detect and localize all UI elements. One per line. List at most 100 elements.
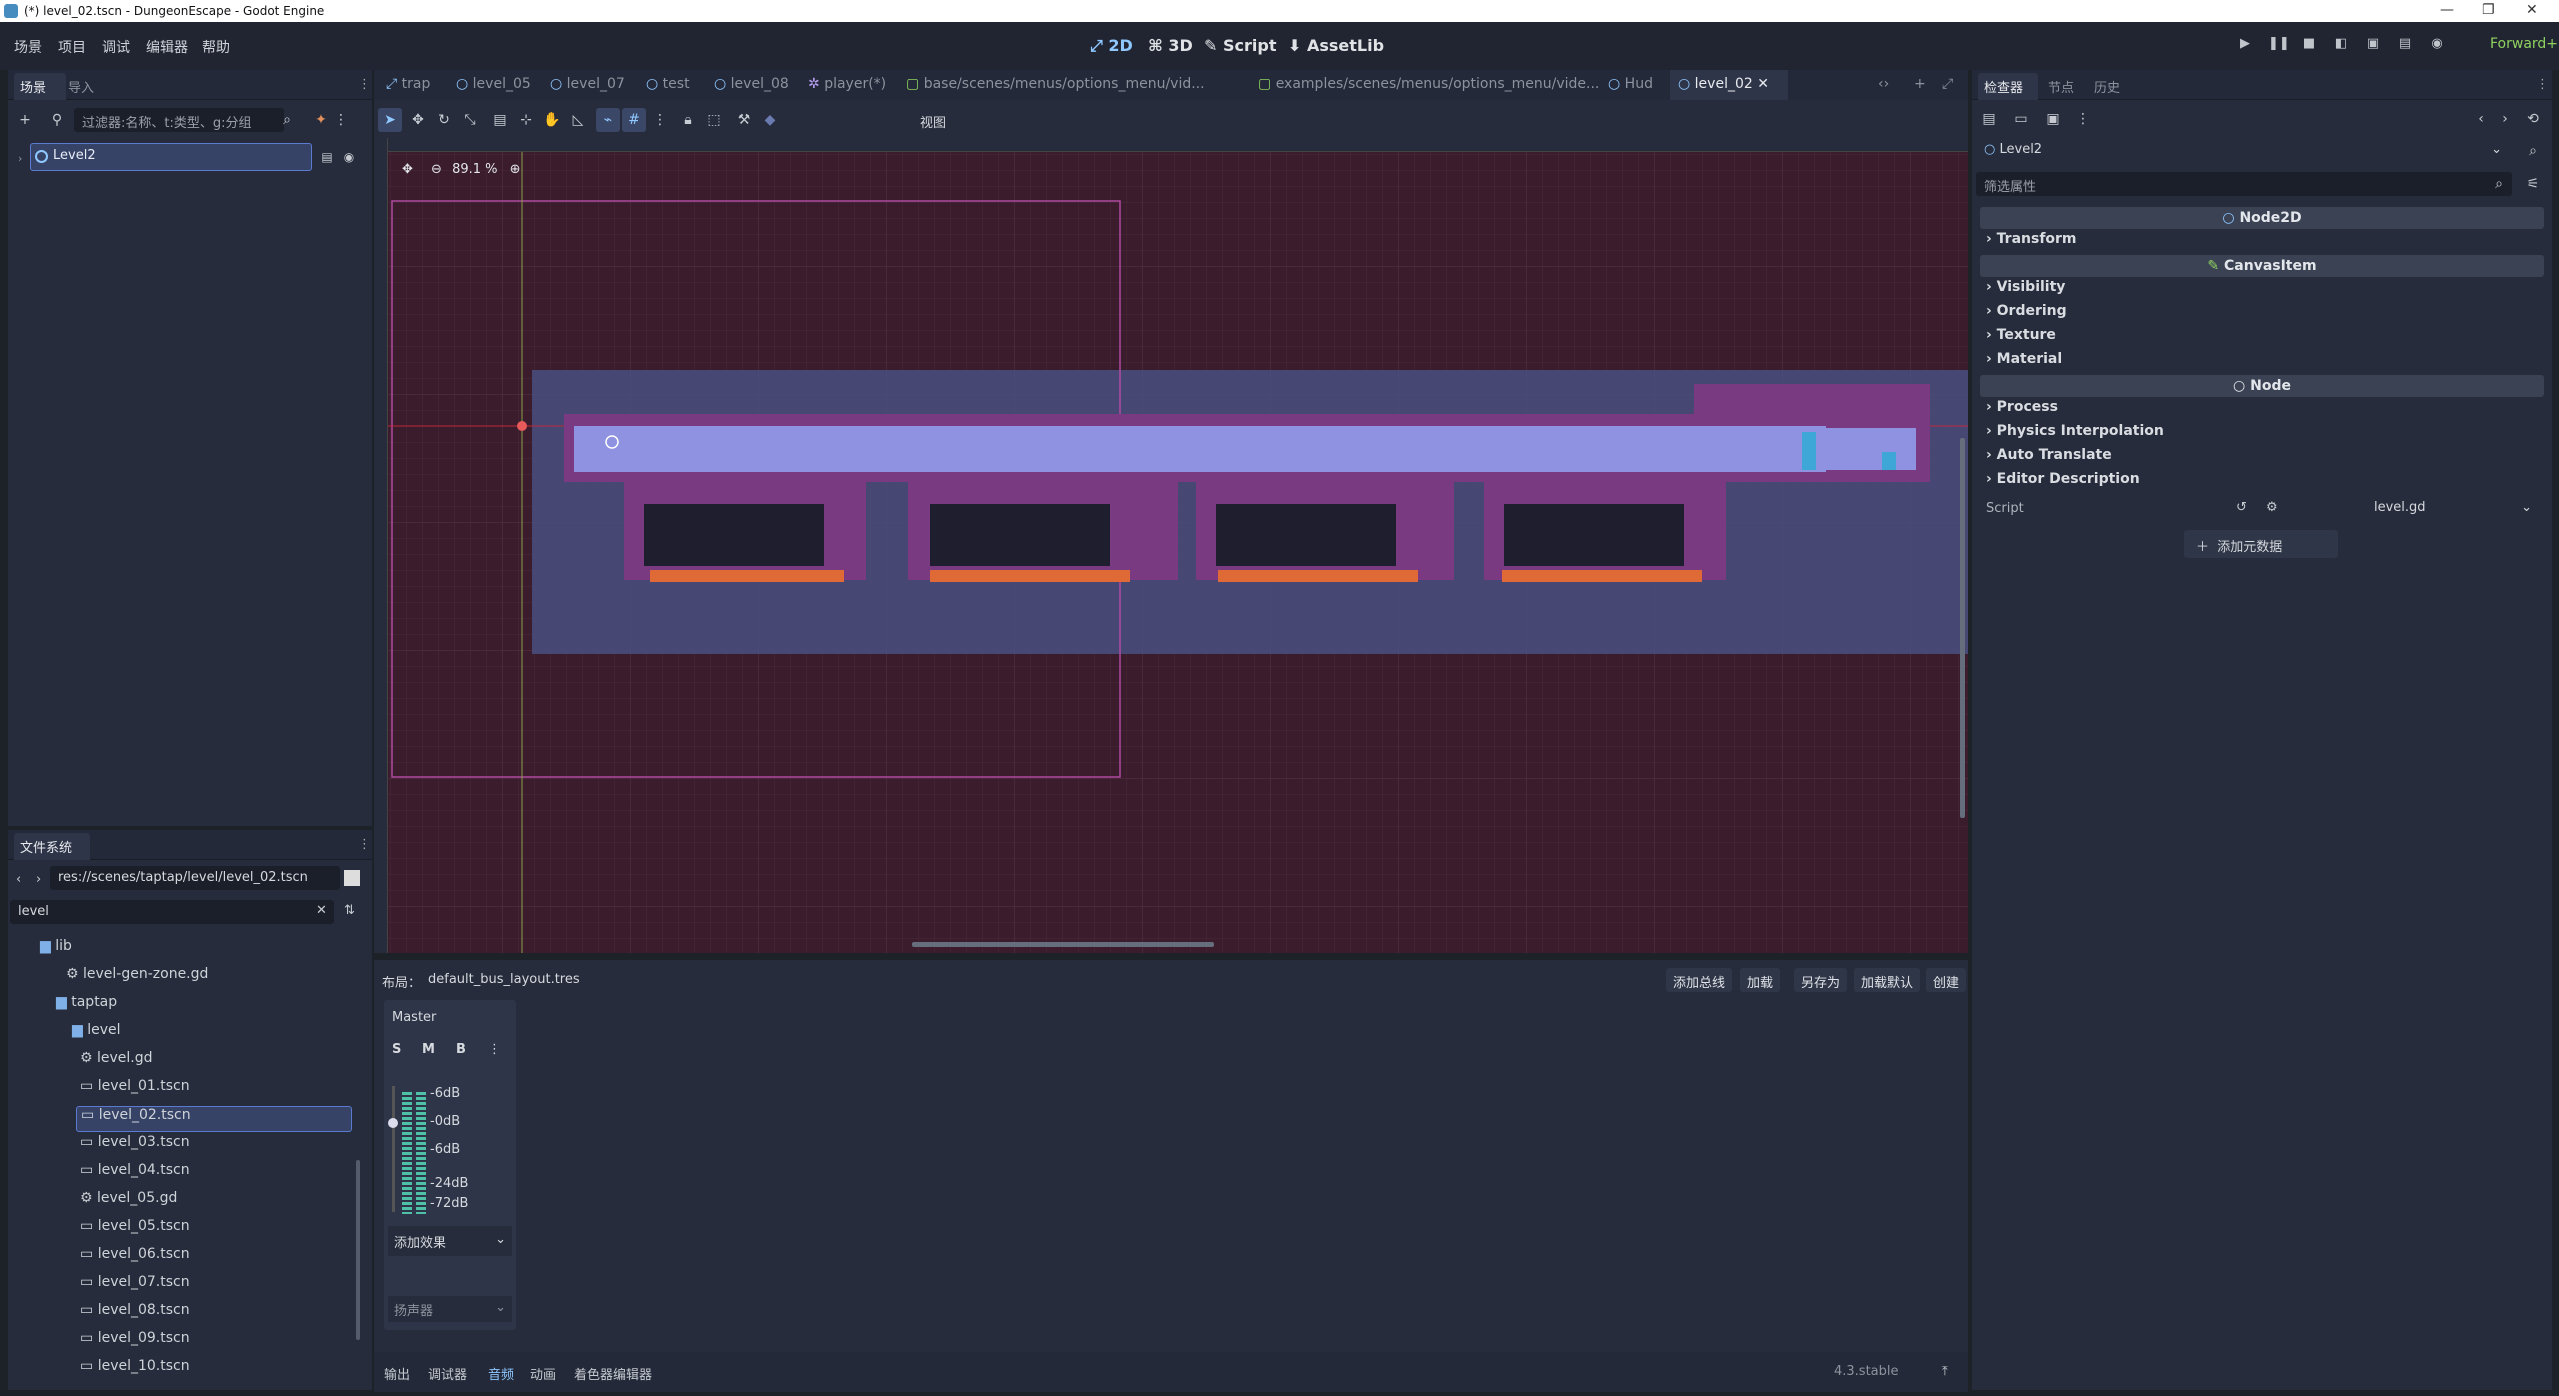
node-docs-icon[interactable]: ⌕	[2522, 140, 2544, 162]
tab-level07[interactable]: ○ level_07	[550, 76, 625, 92]
prop-group-visibility[interactable]: › Visibility	[1986, 279, 2065, 295]
group-icon[interactable]: ⬚	[702, 108, 726, 132]
restore-icon[interactable]: ❐	[2482, 2, 2495, 18]
renderer-select[interactable]: Forward+	[2490, 36, 2558, 52]
scale-mode-icon[interactable]: ⤡	[458, 108, 482, 132]
fs-item-level-gen-zone[interactable]: ⚙ level-gen-zone.gd	[66, 966, 208, 992]
grid-snap-icon[interactable]: #	[622, 108, 646, 132]
tree-node-level2[interactable]: Level2	[30, 143, 312, 171]
add-metadata-button[interactable]: ＋ 添加元数据	[2184, 530, 2338, 558]
tab-options-video-base[interactable]: ▢ base/scenes/menus/options_menu/vid...	[906, 76, 1205, 92]
prop-group-physics-interpolation[interactable]: › Physics Interpolation	[1986, 423, 2164, 439]
fs-item-level02[interactable]: ▭ level_02.tscn	[76, 1106, 352, 1132]
fs-item-level06[interactable]: ▭ level_06.tscn	[80, 1246, 190, 1272]
fs-item-level04[interactable]: ▭ level_04.tscn	[80, 1162, 190, 1188]
resource-options-icon[interactable]: ⋮	[2072, 108, 2094, 130]
menu-debug[interactable]: 调试	[102, 37, 130, 57]
load-button[interactable]: 加载	[1740, 968, 1781, 992]
menu-editor[interactable]: 编辑器	[146, 37, 188, 57]
v-scrollbar[interactable]	[1960, 438, 1965, 818]
fs-item-level07[interactable]: ▭ level_07.tscn	[80, 1274, 190, 1300]
inspected-node[interactable]: ○ Level2 ⌄	[1976, 138, 2506, 162]
menu-help[interactable]: 帮助	[202, 37, 230, 57]
clear-search-icon[interactable]: ✕	[316, 903, 327, 918]
play-custom-icon[interactable]: ▤	[2396, 36, 2414, 54]
tab-debugger[interactable]: 调试器	[428, 1364, 467, 1383]
tab-filesystem[interactable]: 文件系统	[20, 837, 72, 856]
fs-item-level05-gd[interactable]: ⚙ level_05.gd	[80, 1190, 177, 1216]
open-resource-icon[interactable]: ▭	[2010, 108, 2032, 130]
play-icon[interactable]: ▶	[2236, 36, 2254, 54]
movie-maker-icon[interactable]: ◉	[2428, 36, 2446, 54]
prop-group-auto-translate[interactable]: › Auto Translate	[1986, 447, 2112, 463]
tab-trap[interactable]: ⤢ trap	[386, 76, 430, 92]
fs-menu-icon[interactable]: ⋮	[358, 837, 371, 852]
split-view-icon[interactable]	[344, 870, 360, 886]
fs-path-field[interactable]: res://scenes/taptap/level/level_02.tscn	[50, 866, 340, 890]
bus-name[interactable]: Master	[392, 1010, 436, 1025]
distraction-free-icon[interactable]: ⤢	[1942, 76, 1953, 92]
move-mode-icon[interactable]: ✥	[406, 108, 430, 132]
canvas-viewport[interactable]: ✥ ⊖ 89.1 % ⊕	[374, 138, 1968, 953]
pause-icon[interactable]: ❚❚	[2268, 36, 2290, 54]
script-value-field[interactable]: level.gd ⌄	[2290, 496, 2536, 520]
revert-icon[interactable]: ↺	[2236, 500, 2247, 515]
fs-item-taptap[interactable]: ▆ taptap	[56, 994, 117, 1020]
fs-item-level03[interactable]: ▭ level_03.tscn	[80, 1134, 190, 1160]
object-history-icon[interactable]: ⟲	[2522, 108, 2544, 130]
tab-options-video-examples[interactable]: ▢ examples/scenes/menus/options_menu/vid…	[1258, 76, 1599, 92]
load-default-button[interactable]: 加载默认	[1854, 968, 1921, 992]
solo-button[interactable]: S	[392, 1042, 401, 1057]
scene-options-icon[interactable]: ⋮	[330, 109, 352, 131]
zoom-out-icon[interactable]: ⊖	[431, 162, 442, 177]
zoom-in-icon[interactable]: ⊕	[510, 162, 521, 177]
tab-output[interactable]: 输出	[384, 1364, 410, 1383]
create-button[interactable]: 创建	[1926, 968, 1967, 992]
prop-group-editor-description[interactable]: › Editor Description	[1986, 471, 2140, 487]
lock-icon[interactable]: 🔒︎	[676, 108, 700, 132]
ruler-icon[interactable]: ◺	[566, 108, 590, 132]
pan-icon[interactable]: ✋	[540, 108, 564, 132]
forward-icon[interactable]: ›	[36, 872, 41, 887]
menu-project[interactable]: 项目	[58, 37, 86, 57]
property-filter-input[interactable]: 筛选属性	[1976, 172, 2512, 196]
visibility-eye-icon[interactable]: ◉	[338, 146, 360, 168]
fs-item-level01[interactable]: ▭ level_01.tscn	[80, 1078, 190, 1104]
volume-handle[interactable]	[388, 1118, 398, 1128]
play-scene-icon[interactable]: ▣	[2364, 36, 2382, 54]
prop-group-material[interactable]: › Material	[1986, 351, 2062, 367]
prop-group-transform[interactable]: › Transform	[1986, 231, 2077, 247]
h-scrollbar[interactable]	[912, 942, 1214, 947]
add-effect-select[interactable]: 添加效果 ⌄	[388, 1226, 512, 1256]
tab-import[interactable]: 导入	[68, 77, 94, 96]
skeleton-icon[interactable]: ◆	[758, 108, 782, 132]
mode-assetlib-button[interactable]: ⬇ AssetLib	[1288, 36, 1384, 55]
dock-menu-icon[interactable]: ⋮	[358, 77, 371, 92]
fs-item-level-gd[interactable]: ⚙ level.gd	[80, 1050, 153, 1076]
tab-hud[interactable]: ○ Hud	[1608, 76, 1653, 92]
next-history-icon[interactable]: ›	[2494, 108, 2516, 130]
expand-panel-icon[interactable]: ⤒	[1942, 1364, 1948, 1379]
center-view-icon[interactable]: ✥	[402, 162, 413, 177]
close-tab-icon[interactable]: ✕	[1757, 76, 1769, 92]
bus-output-select[interactable]: 扬声器 ⌄	[388, 1296, 512, 1322]
tab-test[interactable]: ○ test	[646, 76, 690, 92]
bypass-button[interactable]: B	[456, 1042, 466, 1057]
tab-level08[interactable]: ○ level_08	[714, 76, 789, 92]
fs-item-level05[interactable]: ▭ level_05.tscn	[80, 1218, 190, 1244]
tab-node[interactable]: 节点	[2048, 77, 2074, 96]
zoom-level[interactable]: 89.1 %	[452, 162, 497, 177]
bone-icon[interactable]: ⚒	[732, 108, 756, 132]
volume-slider[interactable]	[392, 1086, 395, 1212]
minimize-icon[interactable]: —	[2440, 2, 2454, 18]
new-tab-icon[interactable]: +	[1914, 76, 1926, 92]
pivot-icon[interactable]: ⊹	[514, 108, 538, 132]
new-resource-icon[interactable]: ▤	[1978, 108, 2000, 130]
mode-3d-button[interactable]: ⌘ 3D	[1148, 36, 1193, 55]
mode-script-button[interactable]: ✎ Script	[1204, 36, 1276, 55]
sort-icon[interactable]: ⇅	[344, 903, 355, 918]
tab-shader-editor[interactable]: 着色器编辑器	[574, 1364, 652, 1383]
stop-icon[interactable]: ■	[2300, 36, 2318, 54]
mode-2d-button[interactable]: ⤢ 2D	[1090, 36, 1133, 56]
prop-group-texture[interactable]: › Texture	[1986, 327, 2056, 343]
